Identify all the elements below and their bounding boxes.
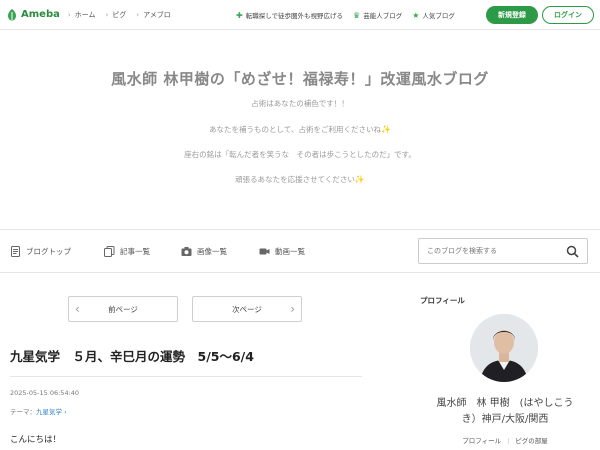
divider xyxy=(0,272,600,273)
document-icon xyxy=(11,245,20,257)
brand-name: Ameba xyxy=(21,9,60,20)
sparkle-icon: ✨ xyxy=(354,175,365,184)
popular-blog-link[interactable]: ★ 人気ブログ xyxy=(412,10,455,21)
theme-link[interactable]: 九星気学 xyxy=(36,408,62,416)
register-button[interactable]: 新規登録 xyxy=(486,6,538,24)
camera-icon xyxy=(181,246,192,256)
chevron-right-icon: › xyxy=(67,10,71,19)
profile-name[interactable]: 風水師 林 甲樹 (はやしこう き）神戸/大阪/関西 xyxy=(420,396,590,428)
ameba-logo[interactable]: Ameba xyxy=(6,8,60,22)
next-page-button[interactable]: 次ページ › xyxy=(192,296,302,322)
ad-link[interactable]: ✚ 転職探しで徒歩圏外も視野広げる xyxy=(236,10,343,21)
profile-photo xyxy=(470,314,538,382)
login-button[interactable]: ログイン xyxy=(542,6,594,24)
blog-description-line: 座右の銘は「転んだ者を笑うな その者は歩こうとしたのだ」です。 xyxy=(184,150,416,159)
pigg-room-link[interactable]: ピグの部屋 xyxy=(515,437,548,445)
nav-home[interactable]: › ホーム xyxy=(68,10,96,20)
nav-blog-top[interactable]: ブログトップ xyxy=(10,243,71,259)
sparkle-icon: ✨ xyxy=(380,125,391,134)
separator: | xyxy=(507,437,510,445)
star-icon: ★ xyxy=(412,10,420,20)
article-date: 2025-05-15 06:54:40 xyxy=(10,389,80,397)
nav-ameblo[interactable]: › アメブロ xyxy=(136,10,170,20)
nav-image-list[interactable]: 画像一覧 xyxy=(181,243,227,259)
nav-article-list[interactable]: 記事一覧 xyxy=(104,243,150,259)
profile-link[interactable]: プロフィール xyxy=(462,437,501,445)
avatar[interactable] xyxy=(470,314,538,382)
blog-description-line: あなたを補うものとして、占術をご利用くださいね✨ xyxy=(209,125,391,134)
profile-heading: プロフィール xyxy=(420,296,465,305)
blog-search-input[interactable] xyxy=(427,247,557,255)
crown-icon: ♛ xyxy=(353,10,361,20)
nav-video-list[interactable]: 動画一覧 xyxy=(259,243,305,259)
header-links: ✚ 転職探しで徒歩圏外も視野広げる ♛ 芸能人ブログ ★ 人気ブログ xyxy=(236,0,465,30)
prev-page-button[interactable]: ‹ 前ページ xyxy=(68,296,178,322)
blog-title[interactable]: 風水師 林甲樹の「めざせ！福禄寿！」改運風水ブログ xyxy=(0,68,600,89)
article-theme: テーマ：九星気学 › xyxy=(10,408,67,416)
search-icon[interactable] xyxy=(566,245,579,258)
global-header: Ameba › ホーム › ピグ › アメブロ ✚ 転職探しで徒歩圏外も視野広げる ♛ 芸… xyxy=(0,0,600,30)
article-title[interactable]: 九星気学 ５月、辛巳月の運勢 5/5〜6/4 xyxy=(10,346,254,365)
chevron-right-icon: › xyxy=(62,408,67,416)
ameba-leaf-icon xyxy=(8,8,16,20)
global-nav: › ホーム › ピグ › アメブロ xyxy=(68,10,181,20)
blog-search-box xyxy=(418,238,588,264)
celebrity-blog-link[interactable]: ♛ 芸能人ブログ xyxy=(353,10,402,21)
blog-description-line: 占術はあなたの補色です！！ xyxy=(251,99,349,108)
plus-icon: ✚ xyxy=(236,10,243,20)
chevron-right-icon: › xyxy=(105,10,109,19)
chevron-right-icon: › xyxy=(136,10,140,19)
article-body-first-line: こんにちは！ xyxy=(10,435,62,445)
chevron-left-icon: ‹ xyxy=(75,302,80,316)
profile-links: プロフィール | ピグの部屋 xyxy=(420,435,590,445)
copy-icon xyxy=(104,245,115,257)
divider xyxy=(10,376,362,377)
nav-pigg[interactable]: › ピグ xyxy=(105,10,126,20)
chevron-right-icon: › xyxy=(290,302,295,316)
divider xyxy=(0,229,600,230)
video-camera-icon xyxy=(259,248,270,254)
blog-description-line: 頑張るあなたを応援させてください✨ xyxy=(235,175,365,184)
